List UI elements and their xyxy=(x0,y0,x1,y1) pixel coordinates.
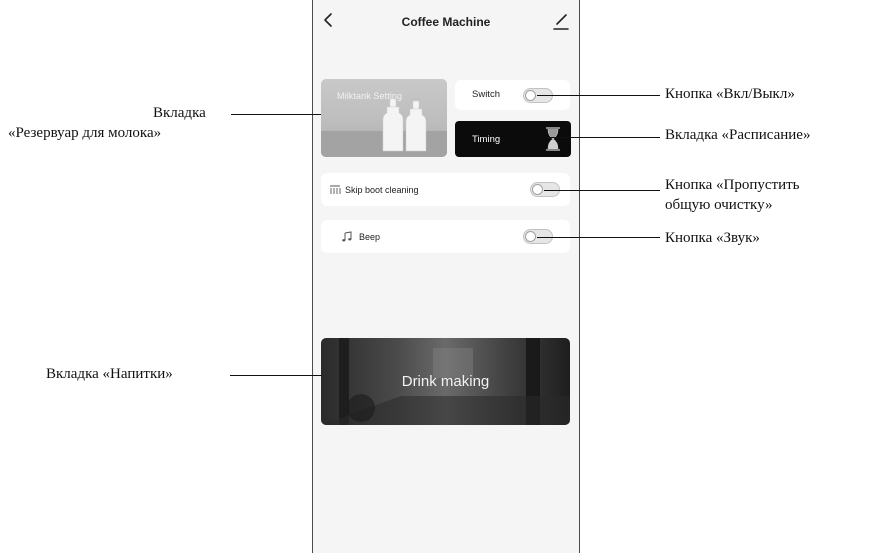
toggle-knob xyxy=(525,231,536,242)
annotation-line-timing xyxy=(548,137,660,138)
annotation-beep: Кнопка «Звук» xyxy=(665,230,760,246)
edit-icon xyxy=(553,14,569,30)
annotation-skip-line1: Кнопка «Пропустить xyxy=(665,177,800,193)
drink-making-tile[interactable]: Drink making xyxy=(321,338,570,425)
annotation-milktank-line2: «Резервуар для молока» xyxy=(8,125,162,141)
annotation-milktank-line1: Вкладка xyxy=(153,105,206,121)
annotation-timing: Вкладка «Расписание» xyxy=(665,127,811,143)
cleaning-icon xyxy=(330,185,341,194)
timing-tile[interactable]: Timing xyxy=(455,121,571,157)
annotation-line-beep xyxy=(537,237,660,238)
switch-label: Switch xyxy=(472,89,500,100)
beep-row: Beep xyxy=(321,220,570,253)
annotation-switch: Кнопка «Вкл/Выкл» xyxy=(665,86,795,102)
toggle-knob xyxy=(532,184,543,195)
drink-making-label: Drink making xyxy=(401,373,490,390)
milktank-label: Milktank Setting xyxy=(337,91,403,101)
skip-boot-cleaning-row: Skip boot cleaning xyxy=(321,173,570,206)
annotation-drinks: Вкладка «Напитки» xyxy=(46,366,173,382)
annotation-line-drinks xyxy=(230,375,322,376)
hourglass-icon xyxy=(546,127,560,151)
page-title: Coffee Machine xyxy=(401,15,491,29)
toggle-knob xyxy=(525,90,536,101)
beep-label: Beep xyxy=(359,232,381,242)
music-note-icon xyxy=(342,231,352,242)
top-bar: Coffee Machine xyxy=(313,0,579,48)
timing-label: Timing xyxy=(472,134,501,145)
skip-boot-cleaning-label: Skip boot cleaning xyxy=(345,185,419,195)
annotation-line-switch xyxy=(537,95,660,96)
annotation-line-skip xyxy=(544,190,660,191)
annotation-skip-line2: общую очистку» xyxy=(665,197,773,213)
edit-button[interactable] xyxy=(551,12,571,32)
annotation-line-milktank xyxy=(231,114,321,115)
milktank-setting-tile[interactable]: Milktank Setting xyxy=(321,79,447,157)
phone-screen: Coffee Machine Milktank Setting Switch T… xyxy=(312,0,580,553)
